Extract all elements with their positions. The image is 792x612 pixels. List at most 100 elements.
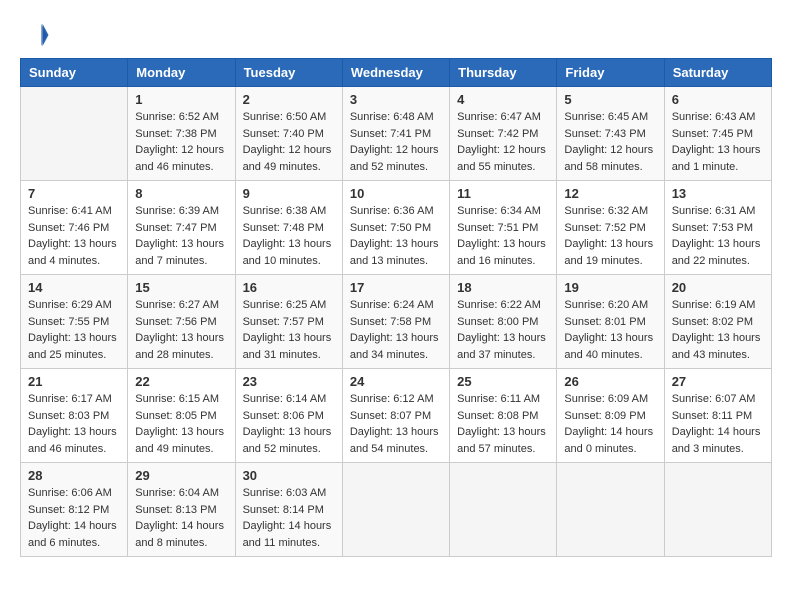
day-number: 11 [457, 186, 549, 201]
day-cell: 21 Sunrise: 6:17 AMSunset: 8:03 PMDayligh… [21, 369, 128, 463]
day-cell [342, 463, 449, 557]
day-number: 20 [672, 280, 764, 295]
day-number: 10 [350, 186, 442, 201]
week-row-4: 21 Sunrise: 6:17 AMSunset: 8:03 PMDayligh… [21, 369, 772, 463]
week-row-2: 7 Sunrise: 6:41 AMSunset: 7:46 PMDaylight… [21, 181, 772, 275]
header-cell-thursday: Thursday [450, 59, 557, 87]
day-cell: 22 Sunrise: 6:15 AMSunset: 8:05 PMDayligh… [128, 369, 235, 463]
day-info: Sunrise: 6:12 AMSunset: 8:07 PMDaylight:… [350, 391, 442, 457]
day-info: Sunrise: 6:52 AMSunset: 7:38 PMDaylight:… [135, 109, 227, 175]
day-number: 30 [243, 468, 335, 483]
calendar-body: 1 Sunrise: 6:52 AMSunset: 7:38 PMDaylight… [21, 87, 772, 557]
day-number: 22 [135, 374, 227, 389]
day-info: Sunrise: 6:48 AMSunset: 7:41 PMDaylight:… [350, 109, 442, 175]
day-cell: 6 Sunrise: 6:43 AMSunset: 7:45 PMDaylight… [664, 87, 771, 181]
day-cell: 2 Sunrise: 6:50 AMSunset: 7:40 PMDaylight… [235, 87, 342, 181]
day-cell: 1 Sunrise: 6:52 AMSunset: 7:38 PMDaylight… [128, 87, 235, 181]
day-number: 4 [457, 92, 549, 107]
header-cell-saturday: Saturday [664, 59, 771, 87]
day-info: Sunrise: 6:19 AMSunset: 8:02 PMDaylight:… [672, 297, 764, 363]
day-info: Sunrise: 6:41 AMSunset: 7:46 PMDaylight:… [28, 203, 120, 269]
day-number: 9 [243, 186, 335, 201]
day-info: Sunrise: 6:29 AMSunset: 7:55 PMDaylight:… [28, 297, 120, 363]
day-cell: 9 Sunrise: 6:38 AMSunset: 7:48 PMDaylight… [235, 181, 342, 275]
day-cell [557, 463, 664, 557]
header-cell-wednesday: Wednesday [342, 59, 449, 87]
day-info: Sunrise: 6:11 AMSunset: 8:08 PMDaylight:… [457, 391, 549, 457]
header-cell-monday: Monday [128, 59, 235, 87]
day-info: Sunrise: 6:43 AMSunset: 7:45 PMDaylight:… [672, 109, 764, 175]
day-cell: 29 Sunrise: 6:04 AMSunset: 8:13 PMDayligh… [128, 463, 235, 557]
day-cell: 4 Sunrise: 6:47 AMSunset: 7:42 PMDaylight… [450, 87, 557, 181]
day-number: 15 [135, 280, 227, 295]
day-info: Sunrise: 6:38 AMSunset: 7:48 PMDaylight:… [243, 203, 335, 269]
header-cell-tuesday: Tuesday [235, 59, 342, 87]
day-cell: 11 Sunrise: 6:34 AMSunset: 7:51 PMDayligh… [450, 181, 557, 275]
day-info: Sunrise: 6:15 AMSunset: 8:05 PMDaylight:… [135, 391, 227, 457]
day-number: 3 [350, 92, 442, 107]
day-number: 21 [28, 374, 120, 389]
day-cell: 17 Sunrise: 6:24 AMSunset: 7:58 PMDayligh… [342, 275, 449, 369]
day-number: 14 [28, 280, 120, 295]
day-cell: 25 Sunrise: 6:11 AMSunset: 8:08 PMDayligh… [450, 369, 557, 463]
day-number: 5 [564, 92, 656, 107]
day-info: Sunrise: 6:39 AMSunset: 7:47 PMDaylight:… [135, 203, 227, 269]
day-cell: 3 Sunrise: 6:48 AMSunset: 7:41 PMDaylight… [342, 87, 449, 181]
day-cell: 14 Sunrise: 6:29 AMSunset: 7:55 PMDayligh… [21, 275, 128, 369]
day-cell: 23Sunrise: 6:14 AMSunset: 8:06 PMDayligh… [235, 369, 342, 463]
day-number: 28 [28, 468, 120, 483]
day-info: Sunrise: 6:27 AMSunset: 7:56 PMDaylight:… [135, 297, 227, 363]
day-cell: 24 Sunrise: 6:12 AMSunset: 8:07 PMDayligh… [342, 369, 449, 463]
day-cell [21, 87, 128, 181]
week-row-5: 28 Sunrise: 6:06 AMSunset: 8:12 PMDayligh… [21, 463, 772, 557]
day-number: 24 [350, 374, 442, 389]
week-row-1: 1 Sunrise: 6:52 AMSunset: 7:38 PMDaylight… [21, 87, 772, 181]
day-info: Sunrise: 6:20 AMSunset: 8:01 PMDaylight:… [564, 297, 656, 363]
calendar-header: SundayMondayTuesdayWednesdayThursdayFrid… [21, 59, 772, 87]
day-info: Sunrise: 6:47 AMSunset: 7:42 PMDaylight:… [457, 109, 549, 175]
day-info: Sunrise: 6:24 AMSunset: 7:58 PMDaylight:… [350, 297, 442, 363]
header-cell-sunday: Sunday [21, 59, 128, 87]
day-info: Sunrise: 6:04 AMSunset: 8:13 PMDaylight:… [135, 485, 227, 551]
day-cell: 16Sunrise: 6:25 AMSunset: 7:57 PMDayligh… [235, 275, 342, 369]
day-cell: 15 Sunrise: 6:27 AMSunset: 7:56 PMDayligh… [128, 275, 235, 369]
day-number: 13 [672, 186, 764, 201]
day-info: Sunrise: 6:34 AMSunset: 7:51 PMDaylight:… [457, 203, 549, 269]
day-number: 2 [243, 92, 335, 107]
day-cell [450, 463, 557, 557]
day-number: 6 [672, 92, 764, 107]
day-number: 17 [350, 280, 442, 295]
day-info: Sunrise: 6:32 AMSunset: 7:52 PMDaylight:… [564, 203, 656, 269]
day-cell: 19Sunrise: 6:20 AMSunset: 8:01 PMDayligh… [557, 275, 664, 369]
day-info: Sunrise: 6:14 AMSunset: 8:06 PMDaylight:… [243, 391, 335, 457]
day-cell: 12Sunrise: 6:32 AMSunset: 7:52 PMDayligh… [557, 181, 664, 275]
day-number: 1 [135, 92, 227, 107]
day-number: 25 [457, 374, 549, 389]
day-number: 29 [135, 468, 227, 483]
day-cell: 20 Sunrise: 6:19 AMSunset: 8:02 PMDayligh… [664, 275, 771, 369]
day-info: Sunrise: 6:45 AMSunset: 7:43 PMDaylight:… [564, 109, 656, 175]
day-info: Sunrise: 6:36 AMSunset: 7:50 PMDaylight:… [350, 203, 442, 269]
day-cell: 5 Sunrise: 6:45 AMSunset: 7:43 PMDaylight… [557, 87, 664, 181]
day-number: 18 [457, 280, 549, 295]
day-cell: 8Sunrise: 6:39 AMSunset: 7:47 PMDaylight… [128, 181, 235, 275]
day-info: Sunrise: 6:31 AMSunset: 7:53 PMDaylight:… [672, 203, 764, 269]
day-number: 26 [564, 374, 656, 389]
day-number: 7 [28, 186, 120, 201]
logo [20, 20, 54, 50]
calendar-table: SundayMondayTuesdayWednesdayThursdayFrid… [20, 58, 772, 557]
day-cell: 13 Sunrise: 6:31 AMSunset: 7:53 PMDayligh… [664, 181, 771, 275]
logo-icon [20, 20, 50, 50]
day-info: Sunrise: 6:25 AMSunset: 7:57 PMDaylight:… [243, 297, 335, 363]
header-row: SundayMondayTuesdayWednesdayThursdayFrid… [21, 59, 772, 87]
day-info: Sunrise: 6:09 AMSunset: 8:09 PMDaylight:… [564, 391, 656, 457]
day-info: Sunrise: 6:06 AMSunset: 8:12 PMDaylight:… [28, 485, 120, 551]
day-cell: 10 Sunrise: 6:36 AMSunset: 7:50 PMDayligh… [342, 181, 449, 275]
day-info: Sunrise: 6:17 AMSunset: 8:03 PMDaylight:… [28, 391, 120, 457]
day-info: Sunrise: 6:22 AMSunset: 8:00 PMDaylight:… [457, 297, 549, 363]
day-cell [664, 463, 771, 557]
day-cell: 28 Sunrise: 6:06 AMSunset: 8:12 PMDayligh… [21, 463, 128, 557]
day-number: 27 [672, 374, 764, 389]
day-cell: 7 Sunrise: 6:41 AMSunset: 7:46 PMDaylight… [21, 181, 128, 275]
day-info: Sunrise: 6:50 AMSunset: 7:40 PMDaylight:… [243, 109, 335, 175]
